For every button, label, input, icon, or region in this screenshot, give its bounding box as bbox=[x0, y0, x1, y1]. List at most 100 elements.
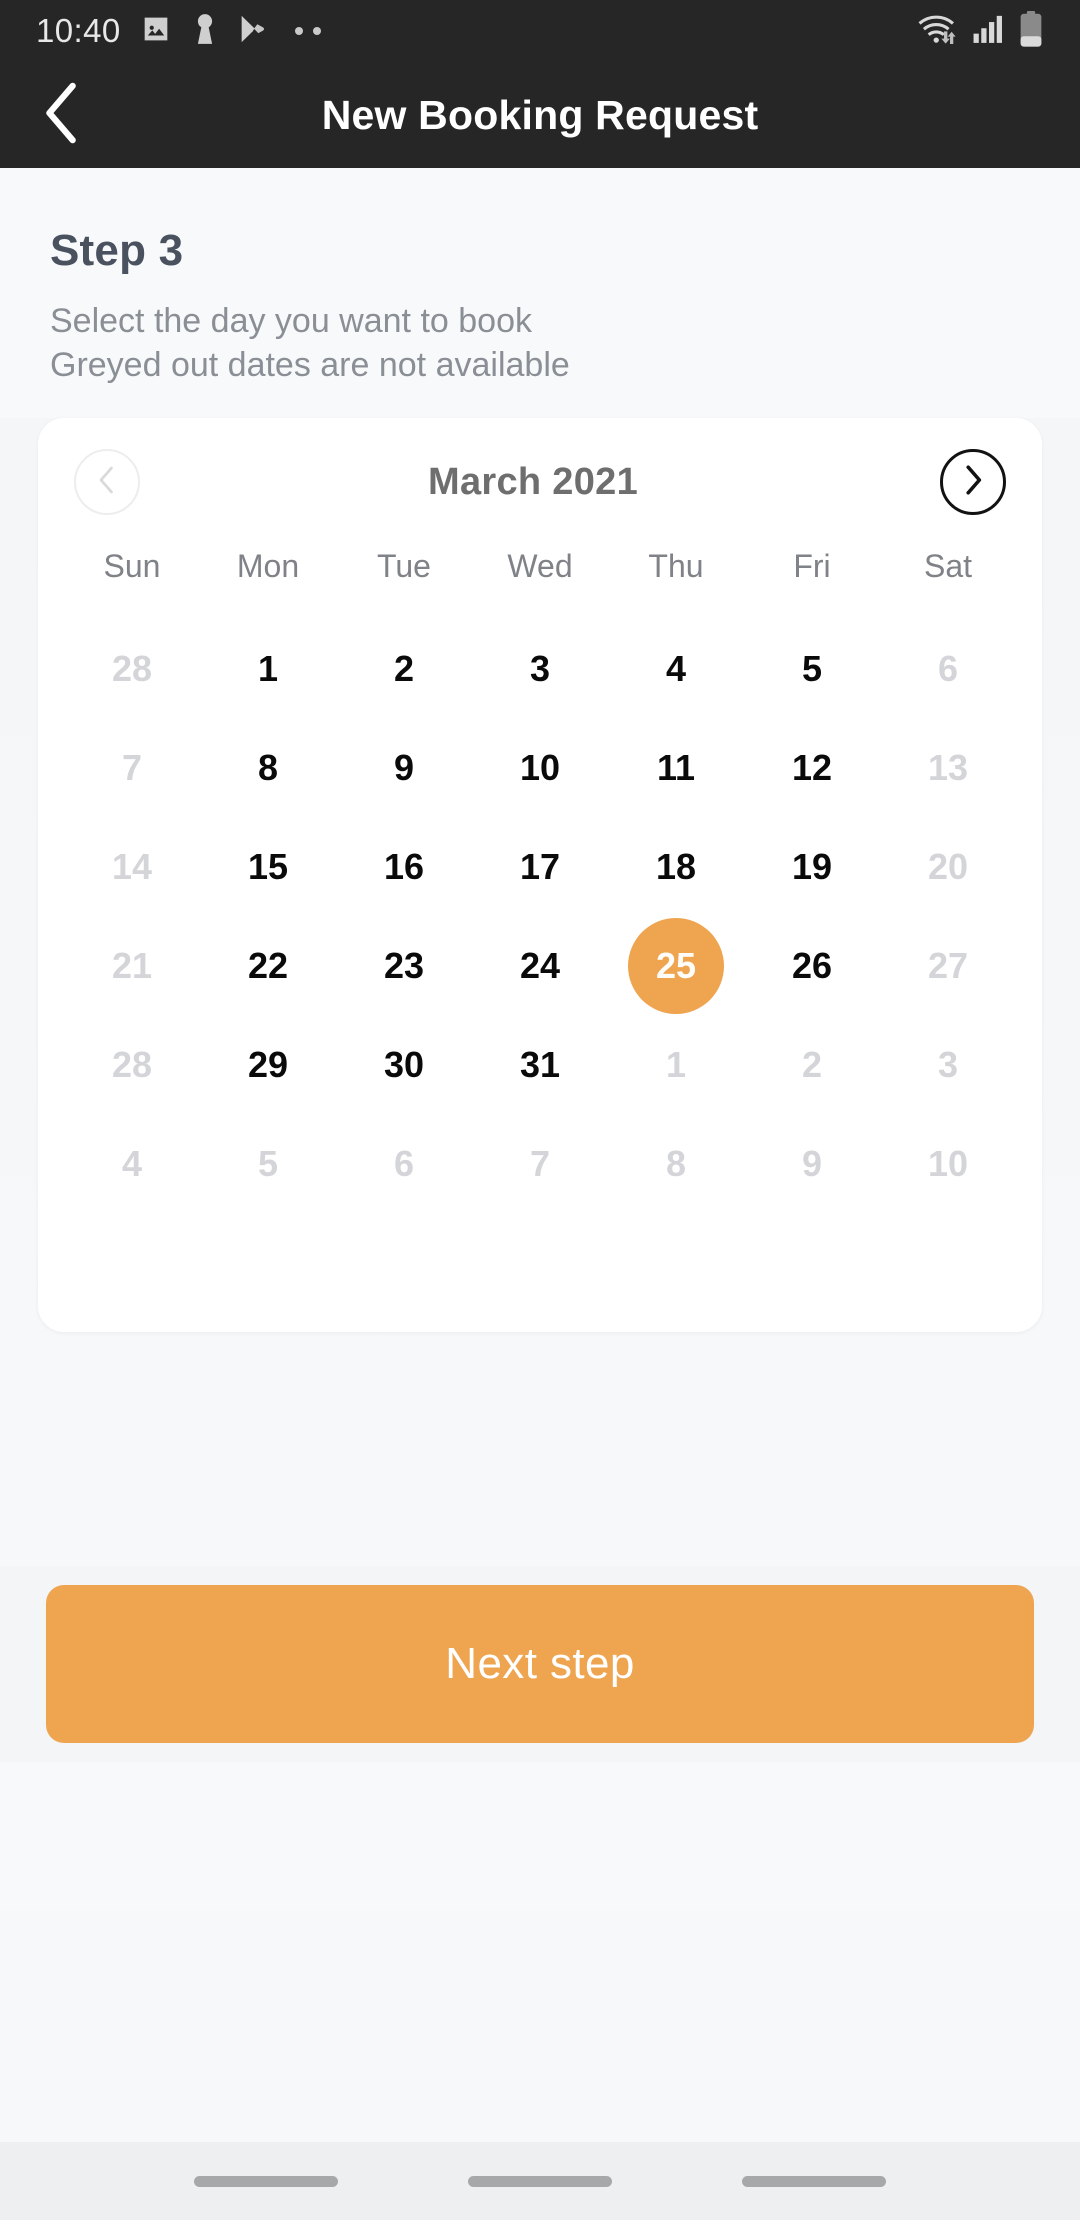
calendar-day-label: 30 bbox=[383, 1043, 425, 1085]
calendar-day: 1 bbox=[608, 1015, 744, 1114]
calendar-weekday-header: Sun Mon Tue Wed Thu Fri Sat bbox=[56, 548, 1024, 585]
back-pill-button[interactable] bbox=[742, 2175, 886, 2187]
cellular-signal-icon bbox=[972, 12, 1006, 51]
next-month-button[interactable] bbox=[939, 449, 1006, 515]
calendar-day-label: 6 bbox=[393, 1142, 415, 1184]
page-title: New Booking Request bbox=[321, 91, 759, 138]
calendar-day[interactable]: 11 bbox=[608, 718, 744, 817]
gallery-image-icon bbox=[139, 12, 173, 51]
calendar-day-label: 16 bbox=[383, 845, 425, 887]
calendar-day: 13 bbox=[880, 718, 1016, 817]
next-step-button[interactable]: Next step bbox=[46, 1585, 1034, 1743]
calendar-day-label: 31 bbox=[519, 1043, 561, 1085]
calendar-day: 6 bbox=[880, 619, 1016, 718]
calendar-day-label: 21 bbox=[111, 944, 153, 986]
keyhole-icon bbox=[191, 12, 219, 51]
calendar-month-label: March 2021 bbox=[427, 460, 638, 503]
home-pill-button[interactable] bbox=[468, 2175, 612, 2187]
system-navigation-bar bbox=[0, 2142, 1080, 2220]
status-bar-left: 10:40 bbox=[36, 12, 321, 51]
calendar-day[interactable]: 16 bbox=[336, 817, 472, 916]
calendar-day-label: 28 bbox=[111, 1043, 153, 1085]
calendar-day-label: 9 bbox=[801, 1142, 823, 1184]
calendar-day[interactable]: 12 bbox=[744, 718, 880, 817]
play-store-icon bbox=[237, 12, 269, 51]
calendar-day: 28 bbox=[64, 1015, 200, 1114]
calendar-day: 2 bbox=[744, 1015, 880, 1114]
previous-month-button[interactable] bbox=[74, 449, 140, 515]
calendar-day: 8 bbox=[608, 1114, 744, 1213]
calendar-day-label: 15 bbox=[247, 845, 289, 887]
calendar-day-label: 20 bbox=[927, 845, 969, 887]
calendar-day[interactable]: 3 bbox=[472, 619, 608, 718]
calendar-day[interactable]: 4 bbox=[608, 619, 744, 718]
calendar-day-label: 5 bbox=[801, 647, 823, 689]
calendar-section: March 2021 Sun Mon Tue Wed Thu Fri Sat 2… bbox=[0, 418, 1080, 1578]
calendar-card: March 2021 Sun Mon Tue Wed Thu Fri Sat 2… bbox=[38, 418, 1042, 1332]
weekday-label: Sun bbox=[103, 548, 161, 584]
calendar-day: 27 bbox=[880, 916, 1016, 1015]
calendar-day[interactable]: 17 bbox=[472, 817, 608, 916]
weekday-label: Wed bbox=[507, 548, 573, 584]
weekday-label: Mon bbox=[236, 548, 300, 584]
calendar-day: 21 bbox=[64, 916, 200, 1015]
calendar-day[interactable]: 5 bbox=[744, 619, 880, 718]
calendar-day[interactable]: 31 bbox=[472, 1015, 608, 1114]
footer-bar: Next step bbox=[0, 1566, 1080, 1762]
calendar-day-label: 1 bbox=[257, 647, 279, 689]
status-bar-clock: 10:40 bbox=[36, 12, 121, 49]
calendar-day-label: 10 bbox=[519, 746, 561, 788]
weekday-label: Sat bbox=[923, 548, 973, 584]
calendar-day: 7 bbox=[64, 718, 200, 817]
app-bar: New Booking Request bbox=[0, 62, 1080, 168]
calendar-day-label: 23 bbox=[383, 944, 425, 986]
recents-pill-button[interactable] bbox=[194, 2175, 338, 2187]
calendar-day-label: 6 bbox=[937, 647, 959, 689]
calendar-day-label: 3 bbox=[937, 1043, 959, 1085]
chevron-right-icon bbox=[960, 464, 986, 501]
status-bar: 10:40 bbox=[0, 0, 1080, 62]
calendar-day: 14 bbox=[64, 817, 200, 916]
calendar-day[interactable]: 10 bbox=[472, 718, 608, 817]
calendar-day-label: 3 bbox=[529, 647, 551, 689]
calendar-day[interactable]: 24 bbox=[472, 916, 608, 1015]
calendar-day[interactable]: 19 bbox=[744, 817, 880, 916]
calendar-day[interactable]: 23 bbox=[336, 916, 472, 1015]
calendar-day[interactable]: 8 bbox=[200, 718, 336, 817]
calendar-day-label: 27 bbox=[927, 944, 969, 986]
calendar-day-label: 2 bbox=[801, 1043, 823, 1085]
calendar-header: March 2021 bbox=[56, 418, 1024, 546]
calendar-day-label: 11 bbox=[656, 746, 696, 788]
calendar-day: 6 bbox=[336, 1114, 472, 1213]
chevron-left-icon bbox=[94, 465, 120, 500]
calendar-day-label: 8 bbox=[665, 1142, 687, 1184]
calendar-day-label: 25 bbox=[628, 917, 724, 1014]
calendar-day[interactable]: 30 bbox=[336, 1015, 472, 1114]
calendar-day-label: 18 bbox=[655, 845, 697, 887]
calendar-day-label: 4 bbox=[665, 647, 687, 689]
calendar-day-label: 28 bbox=[111, 647, 153, 689]
calendar-day-label: 8 bbox=[257, 746, 279, 788]
calendar-day[interactable]: 2 bbox=[336, 619, 472, 718]
weekday-label: Tue bbox=[377, 548, 431, 584]
calendar-day[interactable]: 29 bbox=[200, 1015, 336, 1114]
calendar-day[interactable]: 9 bbox=[336, 718, 472, 817]
calendar-day-label: 26 bbox=[791, 944, 833, 986]
calendar-day-label: 17 bbox=[519, 845, 561, 887]
calendar-day[interactable]: 26 bbox=[744, 916, 880, 1015]
chevron-left-icon bbox=[39, 80, 87, 151]
calendar-day[interactable]: 18 bbox=[608, 817, 744, 916]
step-subtitle: Select the day you want to book Greyed o… bbox=[50, 300, 1030, 387]
calendar-day: 4 bbox=[64, 1114, 200, 1213]
calendar-day: 28 bbox=[64, 619, 200, 718]
calendar-day[interactable]: 1 bbox=[200, 619, 336, 718]
calendar-day-label: 1 bbox=[665, 1043, 687, 1085]
calendar-day: 7 bbox=[472, 1114, 608, 1213]
calendar-day[interactable]: 15 bbox=[200, 817, 336, 916]
back-button[interactable] bbox=[8, 62, 118, 168]
calendar-day-selected[interactable]: 25 bbox=[608, 916, 744, 1015]
battery-icon bbox=[1018, 10, 1044, 53]
calendar-day-label: 12 bbox=[791, 746, 833, 788]
calendar-day-label: 4 bbox=[121, 1142, 143, 1184]
calendar-day[interactable]: 22 bbox=[200, 916, 336, 1015]
